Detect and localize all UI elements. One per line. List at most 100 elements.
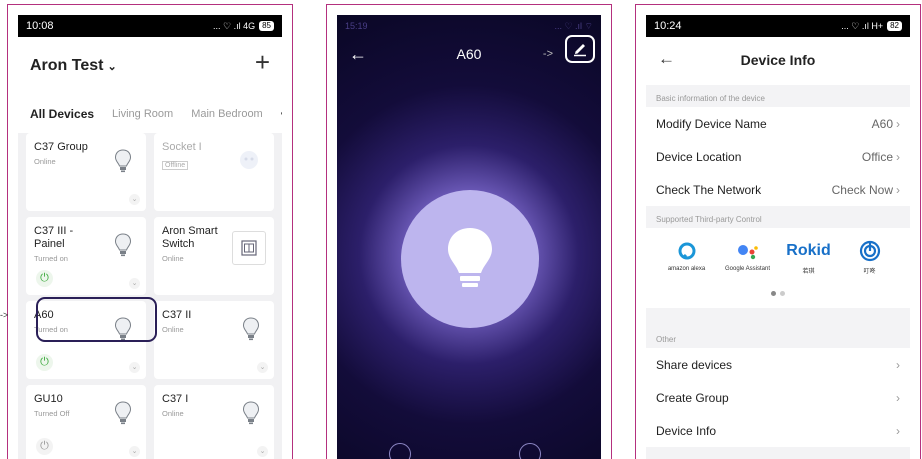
expand-chevron-icon[interactable]: ⌄: [257, 362, 268, 373]
section-label-third-party: Supported Third-party Control: [646, 206, 910, 228]
schedule-button[interactable]: [389, 443, 411, 459]
device-card-aron-smart-switch[interactable]: Aron Smart Switch Online: [154, 217, 274, 295]
create-group-row[interactable]: Create Group ›: [646, 381, 910, 414]
status-signal: ... ♡ .ıl H+: [841, 20, 884, 31]
power-button[interactable]: ⏻: [36, 354, 53, 371]
lamp-header: ← A60 ->: [337, 35, 601, 75]
section-label-basic: Basic information of the device: [646, 85, 910, 107]
edit-button[interactable]: [565, 35, 595, 63]
status-bar: 10:08 ... ♡ .ıl 4G 85: [18, 15, 282, 37]
status-signal: ... ♡ .ıl ⌔: [554, 20, 593, 31]
carousel-dots: [646, 283, 910, 301]
pointer-arrow: ->: [542, 48, 553, 60]
tab-main-bedroom[interactable]: Main Bedroom: [191, 108, 263, 120]
chevron-right-icon: ›: [896, 423, 900, 438]
chevron-right-icon: ›: [896, 357, 900, 372]
bulb-icon: [242, 401, 260, 430]
device-name: C37 II: [162, 309, 192, 321]
device-name: C37 III - Painel: [34, 225, 74, 250]
device-name: Socket I: [162, 141, 202, 153]
expand-chevron-icon[interactable]: ⌄: [257, 446, 268, 457]
device-location-row[interactable]: Device Location Office ›: [646, 140, 910, 173]
power-button[interactable]: ⏻: [36, 438, 53, 455]
lamp-power-toggle[interactable]: [401, 190, 539, 328]
chevron-right-icon: ›: [896, 116, 900, 131]
third-party-label: amazon alexa: [667, 266, 706, 272]
rokid-logo: Rokid: [786, 242, 831, 259]
row-label: Share devices: [656, 357, 733, 372]
tab-all-devices[interactable]: All Devices: [30, 107, 94, 121]
device-info-row[interactable]: Device Info ›: [646, 414, 910, 447]
status-time: 15:19: [345, 21, 368, 31]
row-label: Create Group: [656, 390, 729, 405]
timer-button[interactable]: [519, 443, 541, 459]
chevron-right-icon: ›: [896, 182, 900, 197]
expand-chevron-icon[interactable]: ⌄: [129, 362, 140, 373]
dingdong-icon: [859, 240, 880, 262]
alexa-icon: [678, 242, 695, 260]
pencil-icon: [574, 44, 586, 57]
status-bar: 15:19 ... ♡ .ıl ⌔: [337, 15, 601, 37]
power-button[interactable]: ⏻: [36, 270, 53, 287]
third-party-google[interactable]: Google Assistant: [717, 240, 778, 275]
device-card-c37-i[interactable]: C37 I Online ⌄: [154, 385, 274, 459]
lamp-screenshot-frame: 15:19 ... ♡ .ıl ⌔ ← A60 ->: [326, 4, 612, 459]
dot-active[interactable]: [771, 291, 776, 296]
page-title: Device Info: [740, 52, 816, 68]
add-device-button[interactable]: +: [255, 49, 270, 75]
bulb-icon: [114, 149, 132, 178]
chevron-down-icon: ⌄: [107, 61, 117, 73]
home-selector[interactable]: Aron Test ⌄: [30, 57, 117, 75]
chevron-right-icon: ›: [896, 390, 900, 405]
tab-living-room[interactable]: Living Room: [112, 108, 173, 120]
device-name: C37 I: [162, 393, 189, 405]
home-screenshot-frame: 10:08 ... ♡ .ıl 4G 85 Aron Test ⌄ + All D…: [7, 4, 293, 459]
device-card-gu10[interactable]: GU10 Turned Off ⏻ ⌄: [26, 385, 146, 459]
device-grid: C37 Group Online ⌄ Socket I Offline C37 …: [26, 133, 274, 459]
socket-icon: [238, 149, 260, 176]
device-name: GU10: [34, 393, 63, 405]
device-info-screenshot-frame: 10:24 ... ♡ .ıl H+ 82 ← Device Info Basi…: [635, 4, 921, 459]
large-bulb-icon: [448, 228, 492, 287]
check-network-row[interactable]: Check The Network Check Now ›: [646, 173, 910, 206]
expand-chevron-icon[interactable]: ⌄: [129, 278, 140, 289]
device-card-c37-ii[interactable]: C37 II Online ⌄: [154, 301, 274, 379]
row-value: Check Now: [831, 182, 893, 197]
expand-chevron-icon[interactable]: ⌄: [129, 194, 140, 205]
third-party-rokid[interactable]: Rokid 若琪: [778, 240, 839, 275]
third-party-alexa[interactable]: amazon alexa: [656, 240, 717, 275]
device-info-header: ← Device Info: [646, 37, 910, 85]
offline-badge: Offline: [162, 161, 189, 170]
device-name: C37 Group: [34, 141, 88, 153]
status-bar: 10:24 ... ♡ .ıl H+ 82: [646, 15, 910, 37]
home-screen: 10:08 ... ♡ .ıl 4G 85 Aron Test ⌄ + All D…: [18, 15, 282, 459]
third-party-label: 叮咚: [863, 269, 876, 275]
third-party-carousel: amazon alexa Google Assistant Rokid 若琪 叮…: [646, 228, 910, 308]
lamp-screen: 15:19 ... ♡ .ıl ⌔ ← A60 ->: [337, 15, 601, 459]
battery-icon: 82: [887, 21, 902, 31]
device-card-c37-group[interactable]: C37 Group Online ⌄: [26, 133, 146, 211]
device-card-socket-i[interactable]: Socket I Offline: [154, 133, 274, 211]
pointer-arrow: ->: [0, 310, 9, 320]
expand-chevron-icon[interactable]: ⌄: [129, 446, 140, 457]
row-label: Modify Device Name: [656, 116, 767, 131]
device-info-screen: 10:24 ... ♡ .ıl H+ 82 ← Device Info Basi…: [646, 15, 910, 459]
room-tabs: All Devices Living Room Main Bedroom •••: [18, 95, 282, 133]
dot[interactable]: [780, 291, 785, 296]
google-assistant-icon: [737, 245, 758, 260]
third-party-dingdong[interactable]: 叮咚: [839, 240, 900, 275]
share-devices-row[interactable]: Share devices ›: [646, 348, 910, 381]
modify-device-name-row[interactable]: Modify Device Name A60 ›: [646, 107, 910, 140]
more-tabs-button[interactable]: •••: [281, 108, 282, 120]
home-header: Aron Test ⌄ +: [18, 37, 282, 95]
highlight-box: [36, 297, 157, 342]
third-party-label: 若琪: [802, 269, 815, 275]
row-label: Device Info: [656, 423, 717, 438]
third-party-label: Google Assistant: [724, 266, 771, 272]
switch-icon: [232, 231, 266, 265]
battery-icon: 85: [259, 21, 274, 31]
bulb-icon: [114, 233, 132, 262]
status-time: 10:24: [654, 20, 682, 32]
device-card-c37-iii-painel[interactable]: C37 III - Painel Turned on ⏻ ⌄: [26, 217, 146, 295]
row-label: Check The Network: [656, 182, 762, 197]
